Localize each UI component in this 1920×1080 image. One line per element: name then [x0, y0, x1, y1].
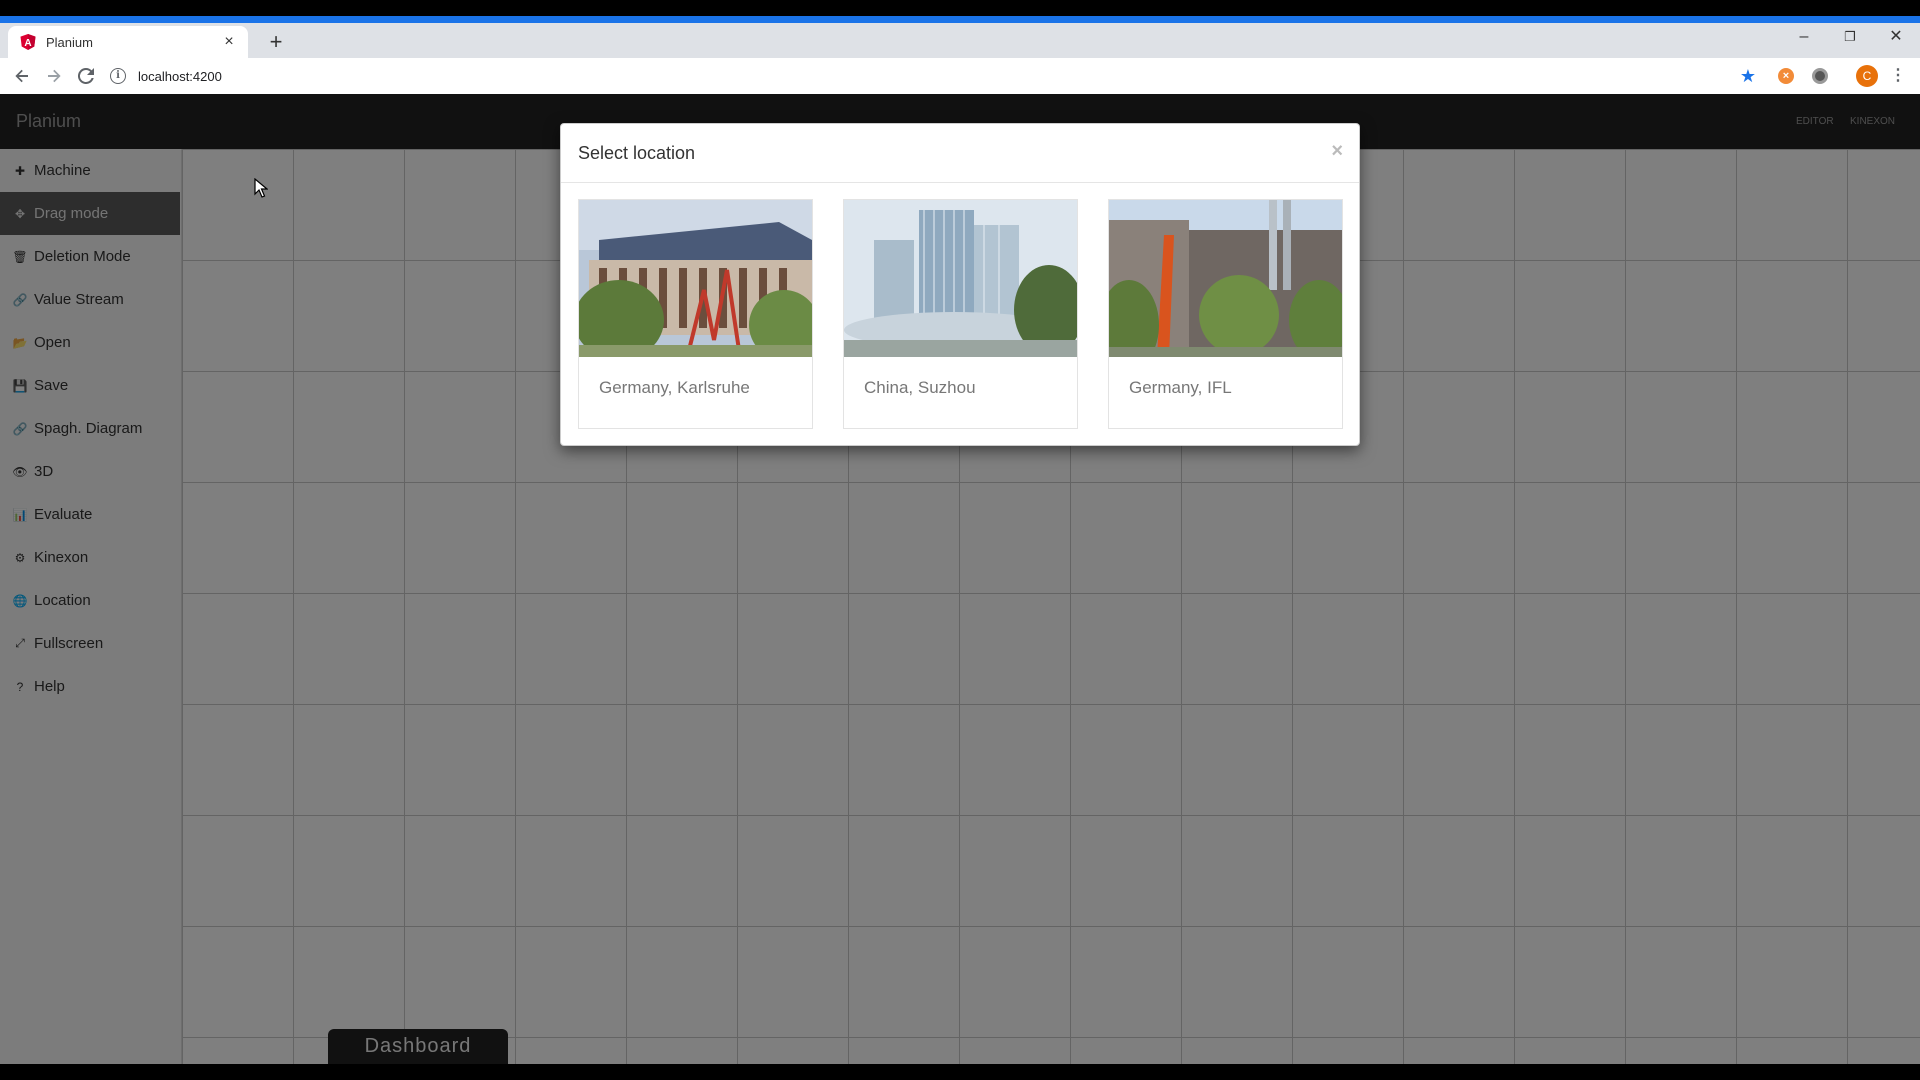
suzhou-building-photo: [844, 200, 1077, 357]
extension-icon[interactable]: ×: [1778, 68, 1794, 84]
window-close-button[interactable]: ✕: [1874, 23, 1918, 51]
reload-button[interactable]: [72, 62, 100, 90]
select-location-modal: Select location × Germany, Karlsruhe Chi…: [560, 123, 1360, 446]
location-card-karlsruhe[interactable]: Germany, Karlsruhe: [578, 199, 813, 429]
karlsruhe-building-photo: [579, 200, 812, 357]
svg-text:A: A: [24, 38, 31, 49]
tab-title: Planium: [46, 34, 93, 50]
mouse-cursor-icon: [254, 178, 268, 198]
location-card-ifl[interactable]: Germany, IFL: [1108, 199, 1343, 429]
screen: A Planium × + – ❐ ✕ i localhost:4200 ★ ×…: [0, 0, 1920, 1080]
location-label: China, Suzhou: [864, 378, 976, 397]
browser-accent-bar: [0, 16, 1920, 23]
forward-button[interactable]: [40, 62, 68, 90]
site-info-icon[interactable]: i: [110, 68, 126, 84]
address-bar[interactable]: i localhost:4200: [110, 62, 1750, 90]
browser-tabstrip: A Planium × + – ❐ ✕: [0, 23, 1920, 58]
browser-toolbar: i localhost:4200 ★ × C ⋮: [0, 58, 1920, 94]
angular-favicon-icon: A: [20, 34, 36, 50]
arrow-right-icon: [48, 69, 61, 83]
modal-header: Select location ×: [561, 124, 1359, 183]
back-button[interactable]: [8, 62, 36, 90]
reload-icon: [78, 68, 94, 84]
location-label: Germany, Karlsruhe: [599, 378, 750, 397]
restore-button[interactable]: ❐: [1828, 23, 1872, 51]
ifl-building-photo: [1109, 200, 1342, 357]
extension-record-icon[interactable]: [1812, 68, 1828, 84]
location-label: Germany, IFL: [1129, 378, 1232, 397]
url-text: localhost:4200: [138, 68, 222, 84]
browser-tab[interactable]: A Planium ×: [8, 26, 248, 58]
bookmark-star-icon[interactable]: ★: [1738, 66, 1758, 86]
browser-menu-icon[interactable]: ⋮: [1888, 64, 1908, 88]
modal-title: Select location: [578, 143, 696, 163]
modal-close-icon[interactable]: ×: [1331, 140, 1343, 163]
new-tab-button[interactable]: +: [262, 28, 290, 56]
app-viewport: Planium EDITOR KINEXON ✚Machine ✥Drag mo…: [0, 94, 1920, 1064]
arrow-left-icon: [15, 69, 28, 83]
location-card-suzhou[interactable]: China, Suzhou: [843, 199, 1078, 429]
minimize-button[interactable]: –: [1782, 23, 1826, 51]
profile-avatar[interactable]: C: [1856, 65, 1878, 87]
tab-close-icon[interactable]: ×: [220, 33, 238, 51]
